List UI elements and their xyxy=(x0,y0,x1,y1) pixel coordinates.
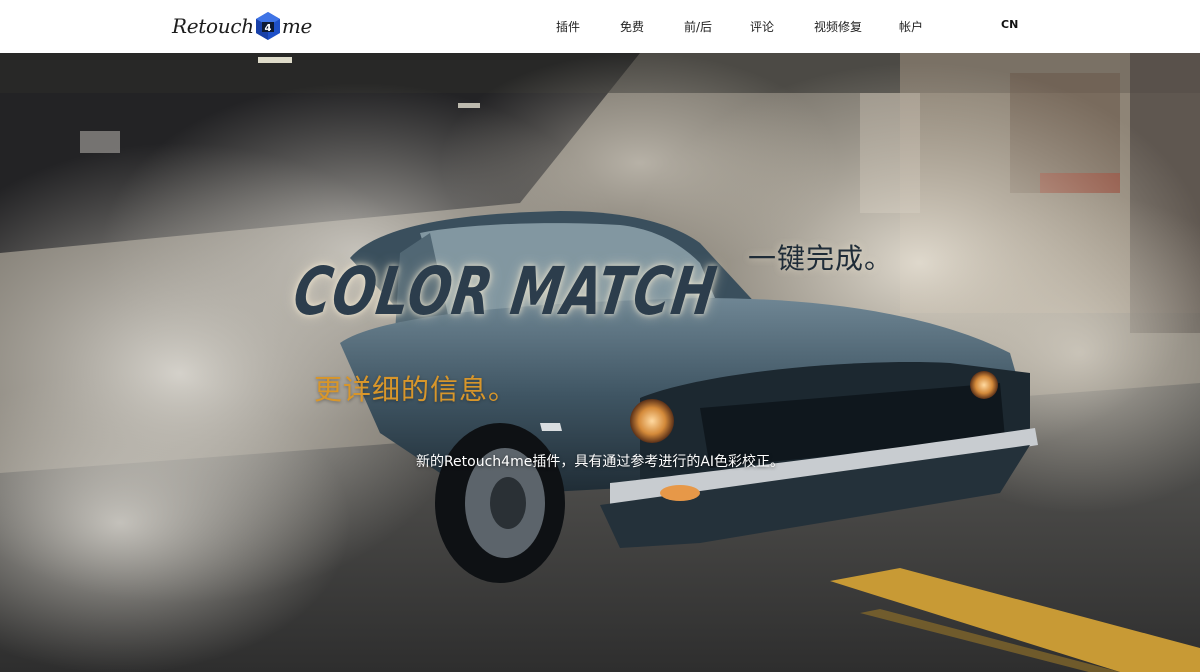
logo-cube-icon: 4 xyxy=(255,12,280,40)
hero-title-block: COLOR MATCH xyxy=(289,253,820,363)
nav-item-video-retouch[interactable]: 视频修复 xyxy=(814,18,862,35)
site-header: Retouch 4 me 插件 免费 前/后 评论 视频修复 帐户 CN xyxy=(0,0,1200,53)
nav-item-account[interactable]: 帐户 xyxy=(899,18,923,35)
logo-text-me: me xyxy=(281,14,313,38)
hero-title: COLOR MATCH xyxy=(289,253,722,330)
hero-tagline-top: 一键完成。 xyxy=(748,242,894,275)
hero-banner: COLOR MATCH 一键完成。 更详细的信息。 新的Retouch4me插件… xyxy=(0,53,1200,672)
hero-tagline-bottom: 更详细的信息。 xyxy=(314,373,518,406)
language-switcher[interactable]: CN xyxy=(1001,18,1018,31)
nav-item-plugins[interactable]: 插件 xyxy=(556,18,580,35)
nav-item-reviews[interactable]: 评论 xyxy=(750,18,774,35)
svg-text:4: 4 xyxy=(264,23,271,34)
hero-subtitle: 新的Retouch4me插件，具有通过参考进行的AI色彩校正。 xyxy=(415,454,785,470)
logo-text-retouch: Retouch xyxy=(172,14,254,38)
logo[interactable]: Retouch 4 me xyxy=(172,8,312,44)
nav-item-before-after[interactable]: 前/后 xyxy=(684,18,712,35)
nav-item-free[interactable]: 免费 xyxy=(620,18,644,35)
